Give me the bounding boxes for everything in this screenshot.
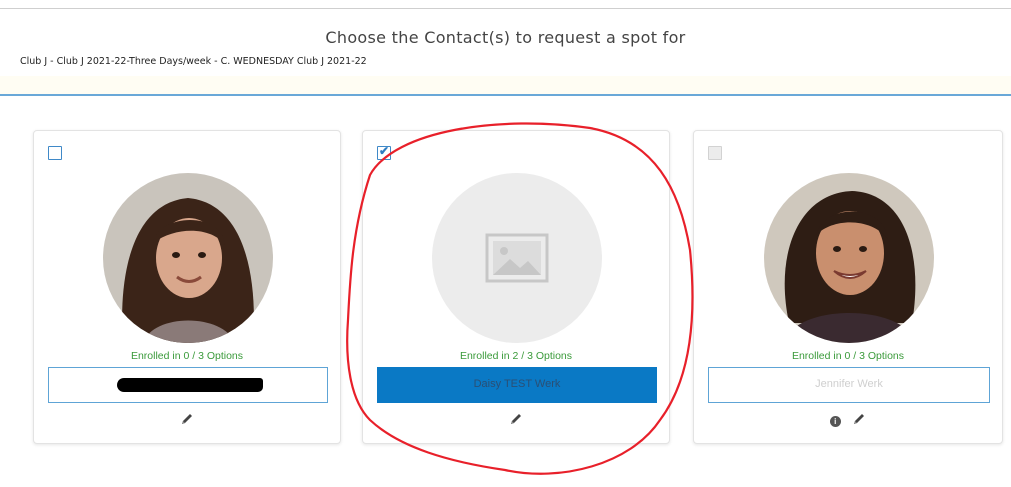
contact-checkbox-3[interactable] <box>708 146 722 160</box>
contact-checkbox-1[interactable] <box>48 146 62 160</box>
contact-card-3[interactable]: Enrolled in 0 / 3 Options Jennifer Werk … <box>693 130 1003 444</box>
top-divider <box>0 8 1011 9</box>
edit-pencil-icon[interactable] <box>852 412 866 431</box>
contact-card-2[interactable]: ✔ Enrolled in 2 / 3 Options Daisy TEST W… <box>362 130 670 444</box>
page-title: Choose the Contact(s) to request a spot … <box>325 28 686 47</box>
edit-pencil-icon[interactable] <box>509 412 523 431</box>
contact-name: Daisy TEST Werk <box>473 378 561 390</box>
card-actions <box>34 412 340 430</box>
checkmark-icon: ✔ <box>379 144 390 158</box>
avatar <box>103 173 273 343</box>
card-actions <box>363 412 669 430</box>
contact-name-field[interactable]: Daisy TEST Werk <box>377 367 657 403</box>
contact-checkbox-2[interactable]: ✔ <box>377 144 391 160</box>
contact-card-1[interactable]: Enrolled in 0 / 3 Options <box>33 130 341 444</box>
contact-name-field[interactable] <box>48 367 328 403</box>
card-actions: i <box>694 412 1002 430</box>
contact-name: Jennifer Werk <box>815 378 883 390</box>
avatar <box>764 173 934 343</box>
placeholder-image-icon <box>485 233 549 283</box>
enrolled-status: Enrolled in 0 / 3 Options <box>130 350 244 362</box>
redaction-bar <box>117 378 263 392</box>
contact-name-field[interactable]: Jennifer Werk <box>708 367 990 403</box>
avatar <box>432 173 602 343</box>
enrolled-status: Enrolled in 2 / 3 Options <box>459 350 573 362</box>
edit-pencil-icon[interactable] <box>180 412 194 431</box>
header-divider <box>0 94 1011 96</box>
program-subtitle: Club J - Club J 2021-22-Three Days/week … <box>20 56 367 67</box>
subtitle-band <box>0 76 1011 94</box>
enrolled-status: Enrolled in 0 / 3 Options <box>791 350 905 362</box>
info-icon[interactable]: i <box>829 416 841 427</box>
